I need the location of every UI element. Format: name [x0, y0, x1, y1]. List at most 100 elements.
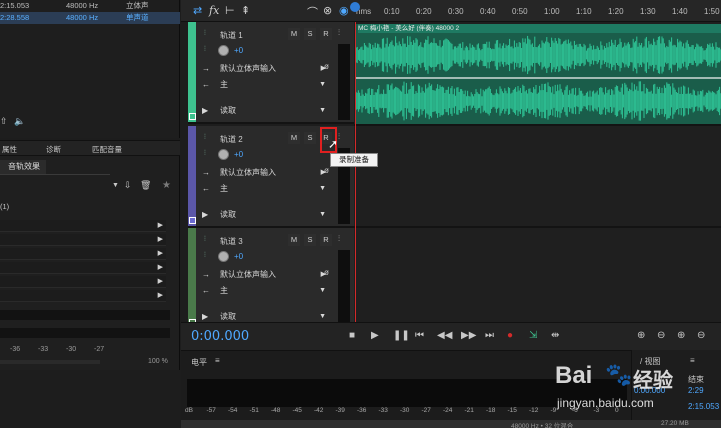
pause-icon[interactable]: ❚❚ [393, 330, 410, 341]
input-monitor-icon[interactable]: ⫶ [338, 28, 340, 38]
file-row[interactable]: 2:15.053 48000 Hz 立体声 [0, 0, 180, 12]
tab-properties[interactable]: 属性 [2, 144, 17, 155]
input-monitor-icon[interactable]: ⫶ [338, 132, 340, 142]
go-to-end-icon[interactable]: ⏭ [485, 330, 494, 341]
volume-knob[interactable] [218, 251, 229, 262]
volume-value[interactable]: +0 [234, 150, 243, 159]
eq-icon[interactable]: ⇞ [241, 4, 250, 17]
expand-icon[interactable]: ▶ [158, 291, 163, 299]
volume-value[interactable]: +0 [234, 46, 243, 55]
mute-button[interactable]: M [288, 132, 300, 144]
track-level-meter [338, 250, 350, 326]
expand-icon[interactable]: ▶ [158, 263, 163, 271]
headphones-icon[interactable]: ◉ [339, 4, 349, 17]
record-icon[interactable]: ● [507, 330, 513, 341]
polarity-icon[interactable]: ø [324, 166, 329, 175]
input-select[interactable]: → 默认立体声输入 ▶ [200, 62, 330, 75]
mute-button[interactable]: M [288, 28, 300, 40]
fx-slot[interactable]: ▶ [0, 248, 166, 260]
track-select-box[interactable] [189, 113, 196, 120]
track-level-meter [338, 44, 350, 120]
file-row-selected[interactable]: 2:28.558 48000 Hz 单声道 [0, 12, 180, 24]
time-display[interactable]: 0:00.000 [191, 329, 249, 344]
tab-diagnostics[interactable]: 诊断 [46, 144, 61, 155]
chevron-down-icon: ▼ [319, 211, 326, 218]
expand-icon[interactable]: ▶ [158, 221, 163, 229]
zoom-in-time-icon[interactable]: ⊕ [677, 330, 685, 341]
mix-slider[interactable] [0, 360, 100, 364]
polarity-icon[interactable]: ø [324, 268, 329, 277]
tab-match-volume[interactable]: 匹配音量 [92, 144, 122, 155]
solo-button[interactable]: S [304, 28, 316, 40]
audio-clip[interactable]: MC 梅小艳 - 美么好 (伴奏) 48000 2 [356, 24, 721, 124]
record-arm-button[interactable]: R [320, 234, 332, 246]
watermark-brand-2: 经验 [633, 370, 673, 392]
fx-button[interactable]: fx [209, 4, 219, 17]
solo-button[interactable]: S [304, 132, 316, 144]
panel-menu-icon[interactable]: ≡ [215, 356, 220, 365]
import-icon[interactable]: ⇧ [0, 116, 8, 127]
zoom-out-time-icon[interactable]: ⊖ [697, 330, 705, 341]
ruler-tick: 0:50 [512, 7, 528, 16]
go-to-start-icon[interactable]: ⏮ [415, 330, 424, 341]
level-scale-tick: -18 [486, 407, 496, 414]
send-icon[interactable]: ⊢ [225, 4, 235, 17]
fx-slot[interactable]: ▶ [0, 234, 166, 246]
input-select[interactable]: → 默认立体声输入 ▶ [200, 166, 330, 179]
track-name[interactable]: 轨道 2 [220, 134, 243, 145]
automation-mode: 读取 [220, 106, 236, 115]
file-duration: 2:15.053 [0, 1, 30, 10]
trash-icon[interactable]: 🗑 [140, 180, 151, 191]
record-arm-button[interactable]: R [320, 28, 332, 40]
expand-icon[interactable]: ▶ [158, 235, 163, 243]
fx-slot[interactable]: ▶ [0, 290, 166, 302]
track-select-box[interactable] [189, 217, 196, 224]
output-label: 主 [220, 80, 228, 89]
volume-value[interactable]: +0 [234, 252, 243, 261]
polarity-icon[interactable]: ø [324, 62, 329, 71]
input-monitor-icon[interactable]: ⫶ [338, 234, 340, 244]
volume-knob[interactable] [218, 45, 229, 56]
watermark-brand: Bai [555, 362, 593, 389]
expand-icon[interactable]: ▶ [158, 249, 163, 257]
input-select[interactable]: → 默认立体声输入 ▶ [200, 268, 330, 281]
zoom-in-amplitude-icon[interactable]: ⊕ [637, 330, 645, 341]
time-ruler[interactable]: hms 0:10 0:20 0:30 0:40 0:50 1:00 1:10 1… [354, 4, 721, 20]
playhead[interactable] [355, 22, 356, 322]
play-icon[interactable]: ▶ [371, 330, 379, 341]
solo-button[interactable]: S [304, 234, 316, 246]
fx-dropdown-chevron-icon[interactable]: ▼ [112, 182, 119, 189]
favorite-star-icon[interactable]: ★ [162, 180, 171, 191]
automation-select[interactable]: ▶ 读取 ▼ [200, 208, 330, 221]
expand-icon[interactable]: ▶ [158, 277, 163, 285]
output-select[interactable]: ← 主 ▼ [200, 78, 330, 91]
output-select[interactable]: ← 主 ▼ [200, 182, 330, 195]
zoom-out-amplitude-icon[interactable]: ⊖ [657, 330, 665, 341]
zoom-icon[interactable]: ⊗ [323, 4, 332, 17]
output-select[interactable]: ← 主 ▼ [200, 284, 330, 297]
fx-slot[interactable]: ▶ [0, 262, 166, 274]
speaker-icon[interactable]: 🔈 [14, 116, 25, 127]
fx-slot[interactable]: ▶ [0, 220, 166, 232]
loop-icon[interactable]: ⇄ [193, 4, 202, 17]
level-scale-tick: -12 [529, 407, 539, 414]
playhead-handle[interactable] [350, 2, 360, 12]
fx-panel-title[interactable]: 音轨效果 [0, 160, 46, 174]
track-name[interactable]: 轨道 3 [220, 236, 243, 247]
fast-forward-icon[interactable]: ▶▶ [461, 330, 476, 341]
volume-knob[interactable] [218, 149, 229, 160]
track-divider [354, 124, 721, 126]
fx-slot[interactable]: ▶ [0, 276, 166, 288]
stop-icon[interactable]: ■ [349, 330, 355, 341]
track-header[interactable]: ⫶ 轨道 1 M S R ⫶ ⫶ +0 → 默认立体声输入 ▶ ø ← 主 ▼ … [188, 22, 354, 124]
snap-icon[interactable]: ⌒ [307, 4, 318, 20]
rewind-icon[interactable]: ◀◀ [437, 330, 452, 341]
apply-icon[interactable]: ⇩ [124, 180, 132, 191]
mute-button[interactable]: M [288, 234, 300, 246]
track-name[interactable]: 轨道 1 [220, 30, 243, 41]
skip-selection-icon[interactable]: ⇹ [551, 330, 559, 341]
loop-playback-icon[interactable]: ⇲ [529, 330, 537, 341]
automation-select[interactable]: ▶ 读取 ▼ [200, 104, 330, 117]
track-header[interactable]: ⫶ 轨道 3 M S R ⫶ ⫶ +0 → 默认立体声输入 ▶ ø ← 主 ▼ … [188, 228, 354, 330]
level-scale-tick: dB [185, 407, 193, 414]
